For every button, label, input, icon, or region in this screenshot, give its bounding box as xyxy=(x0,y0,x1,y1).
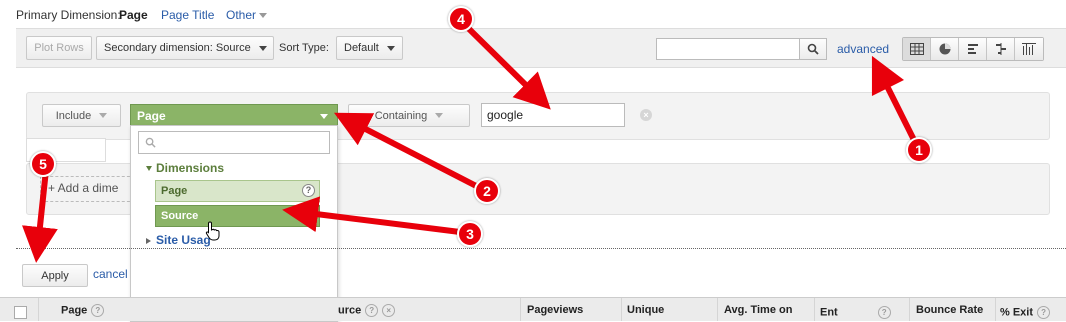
match-type-label: Containing xyxy=(374,109,428,122)
separator xyxy=(16,248,1066,249)
column-bounce-rate[interactable]: Bounce Rate xyxy=(916,304,983,316)
column-page[interactable]: Page? xyxy=(61,304,105,317)
include-label: Include xyxy=(55,109,92,122)
help-icon[interactable]: ? xyxy=(302,184,315,197)
site-usage-section-header[interactable]: Site Usag xyxy=(146,233,211,247)
advanced-link[interactable]: advanced xyxy=(837,42,889,56)
column-separator xyxy=(814,298,815,321)
pie-view-icon xyxy=(939,43,950,55)
report-toolbar: Plot Rows Secondary dimension: Source So… xyxy=(16,28,1066,68)
sort-type-value: Default xyxy=(344,42,379,54)
primary-dimension-other[interactable]: Other xyxy=(226,8,268,22)
match-type-select[interactable]: Containing xyxy=(348,104,470,127)
dropdown-item-page[interactable]: Page? xyxy=(155,180,320,202)
column-exit[interactable]: % Exit? xyxy=(1000,306,1051,319)
column-separator xyxy=(621,298,622,321)
dimension-dropdown: Dimensions Page? Source Site Usag xyxy=(130,125,338,322)
column-avg-time[interactable]: Avg. Time on xyxy=(724,304,792,316)
primary-dimension-label: Primary Dimension: xyxy=(16,8,121,22)
apply-button[interactable]: Apply xyxy=(22,264,88,287)
help-icon[interactable]: ? xyxy=(365,304,379,317)
column-source[interactable]: urce? × xyxy=(338,304,396,317)
plot-rows-button[interactable]: Plot Rows xyxy=(26,36,92,60)
column-separator xyxy=(909,298,910,321)
help-icon[interactable]: ? xyxy=(1037,306,1051,319)
remove-column-icon[interactable]: × xyxy=(382,304,396,317)
primary-dimension-page-title[interactable]: Page Title xyxy=(161,8,214,22)
column-source-label: urce xyxy=(338,304,362,317)
chevron-down-icon xyxy=(259,13,268,19)
dropdown-item-source[interactable]: Source xyxy=(155,205,320,227)
annotation-badge-3: 3 xyxy=(457,221,483,247)
performance-view-icon xyxy=(967,44,978,54)
search-icon xyxy=(145,137,156,148)
pie-view-button[interactable] xyxy=(931,38,959,60)
annotation-badge-1: 1 xyxy=(906,137,932,163)
table-search-input[interactable] xyxy=(656,38,800,60)
collapse-caret-icon xyxy=(146,237,151,244)
secondary-dimension-select[interactable]: Secondary dimension: Source xyxy=(96,36,274,60)
dimension-select-label: Page xyxy=(137,108,166,123)
help-icon[interactable]: ? xyxy=(91,304,105,317)
view-switcher xyxy=(902,37,1044,61)
dimension-search-input[interactable] xyxy=(138,131,330,154)
chevron-down-icon xyxy=(435,113,444,118)
column-page-label: Page xyxy=(61,304,88,317)
column-entrances-label: Ent xyxy=(820,306,838,319)
search-button[interactable] xyxy=(799,38,827,60)
table-header: Page? urce? × Pageviews Unique Avg. Time … xyxy=(0,297,1066,321)
term-cloud-view-button[interactable] xyxy=(1015,38,1043,60)
column-separator xyxy=(995,298,996,321)
remove-filter-icon[interactable]: × xyxy=(640,109,652,121)
filter-value-input[interactable]: google xyxy=(481,103,625,127)
column-entrances[interactable]: Ent? xyxy=(820,306,891,319)
apply-label: Apply xyxy=(41,269,69,282)
select-all-checkbox[interactable] xyxy=(14,306,27,319)
column-unique[interactable]: Unique xyxy=(627,304,664,316)
table-view-button[interactable] xyxy=(903,38,931,60)
cancel-link[interactable]: cancel xyxy=(93,267,128,281)
sort-type-select[interactable]: Default xyxy=(336,36,403,60)
chevron-down-icon xyxy=(320,114,328,119)
search-icon xyxy=(807,43,819,55)
dimension-select[interactable]: Page xyxy=(130,104,338,127)
sort-type-label: Sort Type: xyxy=(279,42,329,54)
comparison-view-icon xyxy=(995,43,1006,55)
column-separator xyxy=(520,298,521,321)
site-usage-section-label: Site Usag xyxy=(156,233,211,247)
table-view-icon xyxy=(909,43,924,55)
expand-caret-icon xyxy=(146,166,152,172)
dimensions-section-label: Dimensions xyxy=(156,161,225,175)
dimensions-section-header[interactable]: Dimensions xyxy=(146,161,224,175)
primary-dimension-page[interactable]: Page xyxy=(119,8,148,22)
column-pageviews[interactable]: Pageviews xyxy=(527,304,583,316)
annotation-badge-4: 4 xyxy=(448,6,474,32)
help-icon[interactable]: ? xyxy=(877,306,891,319)
performance-view-button[interactable] xyxy=(959,38,987,60)
dropdown-item-label: Page xyxy=(161,185,188,197)
column-exit-label: % Exit xyxy=(1000,306,1034,319)
include-select[interactable]: Include xyxy=(42,104,121,127)
annotation-badge-2: 2 xyxy=(474,178,500,204)
secondary-dimension-label: Secondary dimension: Source xyxy=(104,42,251,54)
column-separator xyxy=(38,298,39,321)
comparison-view-button[interactable] xyxy=(987,38,1015,60)
column-separator xyxy=(717,298,718,321)
term-cloud-view-icon xyxy=(1022,43,1036,55)
add-dimension-label: + Add a dime xyxy=(48,181,119,195)
dropdown-item-label: Source xyxy=(161,210,199,222)
chevron-down-icon xyxy=(258,45,267,51)
hand-cursor-icon xyxy=(205,221,220,241)
other-label: Other xyxy=(226,8,257,22)
plot-rows-label: Plot Rows xyxy=(34,42,84,54)
annotation-badge-5: 5 xyxy=(30,151,56,177)
chevron-down-icon xyxy=(99,113,108,118)
chevron-down-icon xyxy=(386,45,395,51)
